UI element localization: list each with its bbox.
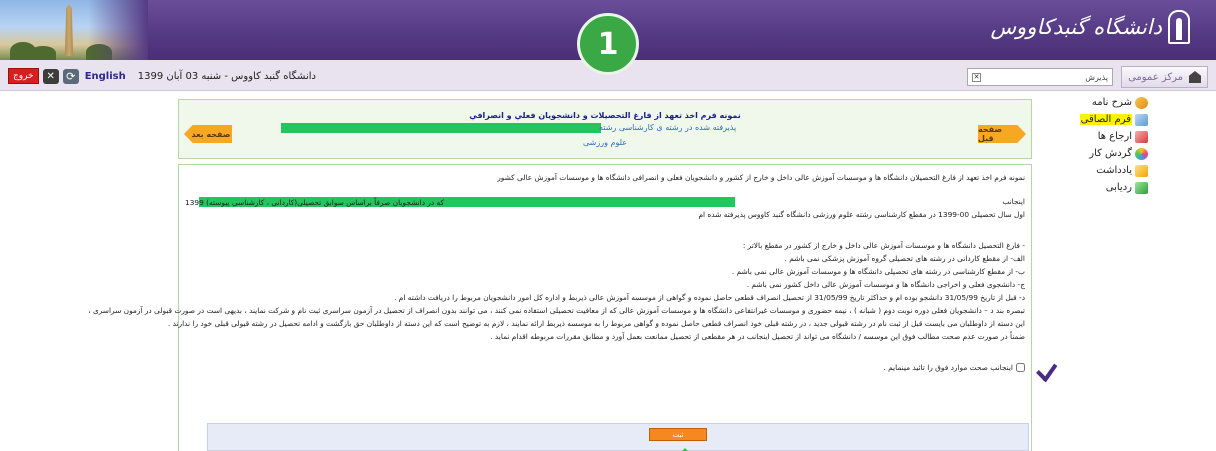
confirm-checkbox[interactable]: [1016, 363, 1025, 372]
confirm-text: اینجانب صحت موارد فوق را تائید مینمایم .: [883, 363, 1013, 372]
sidebar-item-notes[interactable]: یادداشت: [1038, 162, 1148, 179]
step-badge: 1: [577, 13, 639, 75]
clause-line: الف- از مقطع کاردانی در رشته های تحصیلی …: [784, 254, 1026, 263]
form-icon: [1135, 113, 1148, 126]
sidebar-item-description[interactable]: شرح نامه: [1038, 94, 1148, 111]
checkmark-icon: [1034, 365, 1058, 387]
refresh-icon[interactable]: ⟳: [62, 68, 79, 84]
previous-page-button[interactable]: صفحه قبل: [978, 125, 1026, 143]
center-tab-label: مرکز عمومی: [1128, 71, 1183, 83]
form-body: نمونه فرم اخذ تعهد از فارغ التحصیلان دان…: [88, 164, 1032, 451]
english-link[interactable]: English: [85, 71, 126, 82]
form-header-panel: صفحه بعد نمونه فرم اخذ تعهد از فارغ التح…: [178, 99, 1032, 159]
banner-photo: [0, 0, 148, 60]
redacted-name-strip: [281, 123, 601, 133]
sidebar-item-tracking[interactable]: ردیابی: [1038, 179, 1148, 196]
intro-line-start: اینجانب: [1002, 197, 1025, 206]
form-title: نمونه فرم اخذ تعهد از فارغ التحصیلات و د…: [469, 111, 741, 120]
clause-line: ج- دانشجوی فعلی و اخراجی دانشگاه ها و مو…: [746, 280, 1025, 289]
university-logo[interactable]: دانشگاه گنبدکاووس: [991, 10, 1190, 44]
logo-text: دانشگاه گنبدکاووس: [990, 15, 1162, 39]
letter-icon: [1135, 96, 1148, 109]
form-heading: نمونه فرم اخذ تعهد از فارغ التحصیلان دان…: [497, 173, 1025, 182]
submit-button[interactable]: ثبت: [649, 428, 707, 441]
tracking-icon: [1135, 181, 1148, 194]
intro-line-end: که در دانشجویان صرفاً براساس سوابق تحصیل…: [185, 198, 445, 207]
sidebar: شرح نامه فرم الصاقی ارجاع ها گردش کار یا…: [1028, 94, 1216, 451]
referral-icon: [1135, 130, 1148, 143]
close-icon[interactable]: ✕: [42, 68, 59, 84]
building-icon: [1189, 71, 1201, 83]
workflow-icon: [1135, 147, 1148, 160]
close-icon[interactable]: ✕: [972, 72, 982, 82]
user-name: پذیرش: [1085, 72, 1109, 82]
accepted-text: پذیرفته شده در رشته ی کارشناسی رشته: [599, 123, 737, 132]
sidebar-item-attached-form[interactable]: فرم الصاقی: [1038, 111, 1148, 128]
clause-line: این دسته از داوطلبان می بایست قبل از ثبت…: [167, 319, 1025, 328]
submit-bar: [207, 423, 1029, 451]
tree-image: [30, 46, 56, 60]
confirm-row: اینجانب صحت موارد فوق را تائید مینمایم .: [883, 363, 1025, 372]
user-select[interactable]: ✕ پذیرش: [967, 68, 1114, 86]
clause-line: - فارغ التحصیل دانشگاه ها و موسسات آموزش…: [742, 241, 1025, 250]
sidebar-item-workflow[interactable]: گردش کار: [1038, 145, 1148, 162]
info-bar-right: ✕ پذیرش مرکز عمومی: [967, 66, 1208, 88]
date-text: دانشگاه گنبد کاووس - شنبه 03 آبان 1399: [137, 70, 316, 82]
clause-line: ب- از مقطع کارشناسی در رشته های تحصیلی د…: [731, 267, 1025, 276]
info-bar-tools: خروج ✕ ⟳ English دانشگاه گنبد کاووس - شن…: [8, 68, 316, 84]
clause-line: تبصره بند د – دانشجویان فعلی دوره نوبت د…: [88, 306, 1025, 315]
intro-line-2: اول سال تحصیلی 00-1399 در مقطع کارشناسی …: [698, 210, 1025, 219]
sidebar-list: شرح نامه فرم الصاقی ارجاع ها گردش کار یا…: [1038, 94, 1148, 196]
clause-line: د- قبل از تاریخ 31/05/99 دانشجو بوده ام …: [394, 293, 1025, 302]
tower-image: [64, 4, 74, 56]
clause-line: ضمناً در صورت عدم صحت مطالب فوق این موسس…: [490, 332, 1025, 341]
note-icon: [1135, 164, 1148, 177]
center-tab[interactable]: مرکز عمومی: [1121, 66, 1208, 88]
major-text: علوم ورزشی: [582, 138, 627, 147]
logo-emblem-icon: [1168, 10, 1190, 44]
sidebar-item-referrals[interactable]: ارجاع ها: [1038, 128, 1148, 145]
exit-button[interactable]: خروج: [8, 68, 39, 84]
